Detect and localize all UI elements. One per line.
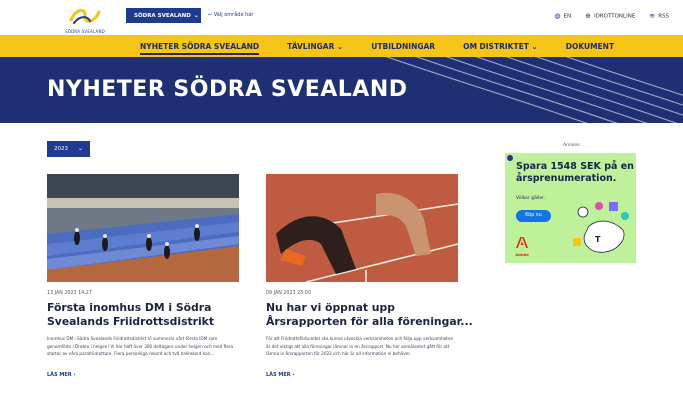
news-image-sprint-start[interactable] <box>266 174 458 282</box>
globe-icon: ◍ <box>554 12 561 20</box>
nav-item-om-distriktet[interactable]: OM DISTRIKTET ⌄ <box>463 42 538 51</box>
read-more-link[interactable]: LÄS MER › <box>266 372 458 378</box>
nav-item-tavlingar[interactable]: TÄVLINGAR ⌄ <box>287 42 343 51</box>
indoor-track-photo <box>47 174 239 282</box>
adobe-icon <box>516 237 528 248</box>
read-more-link[interactable]: LÄS MER › <box>47 372 239 378</box>
login-icon: ⊕ <box>585 12 591 20</box>
ad-terms: Villkor gäller. <box>516 196 545 201</box>
ad-headline: Spara 1548 SEK på en årsprenumeration. <box>516 161 634 184</box>
svg-text:T: T <box>595 235 601 244</box>
news-title-line: Nu har vi öppnat upp <box>266 301 395 314</box>
news-date: 09 JAN 2023 23:00 <box>266 291 311 296</box>
chevron-down-icon: ⌄ <box>77 145 83 152</box>
year-value: 2023 <box>54 146 68 152</box>
region-select-button[interactable]: SÖDRA SVEALAND ⌄ <box>126 8 201 23</box>
top-bar: SÖDRA SVEALAND SÖDRA SVEALAND ⌄ ← Välj om… <box>0 0 683 35</box>
news-date: 13 JAN 2023 14:27 <box>47 291 92 296</box>
ad-label: Annons <box>563 143 580 148</box>
rss-label: RSS <box>658 13 669 20</box>
news-excerpt: Inomhus DM i Södra Svealands Friidrottsd… <box>47 336 234 356</box>
logo-text: SÖDRA SVEALAND <box>65 29 105 34</box>
language-label: EN <box>563 13 572 20</box>
adobe-wordmark: Adobe <box>515 252 529 257</box>
login-link[interactable]: ⊕ IDROTTONLINE <box>585 12 635 20</box>
news-excerpt: För att Friidrottsförbundet ska kunna ut… <box>266 336 454 356</box>
ad-info-icon[interactable] <box>507 155 513 161</box>
news-title[interactable]: Nu har vi öppnat upp Årsrapporten för al… <box>266 301 473 329</box>
nav-item-dokument[interactable]: DOKUMENT <box>566 42 614 51</box>
logo-mark-icon <box>69 9 101 24</box>
news-image-indoor-track[interactable] <box>47 174 239 282</box>
news-card[interactable]: 13 JAN 2023 14:27 Första inomhus DM i Sö… <box>47 174 239 378</box>
year-select[interactable]: 2023 ⌄ <box>47 141 90 157</box>
sprint-start-photo <box>266 174 458 282</box>
choose-area-hint: ← Välj område här <box>208 12 254 18</box>
adobe-logo: Adobe <box>515 233 529 257</box>
nav-item-utbildningar[interactable]: UTBILDNINGAR <box>371 42 435 51</box>
chevron-down-icon: ⌄ <box>193 12 199 19</box>
rss-icon: ≋ <box>649 12 656 20</box>
news-title-line: Första inomhus DM i Södra <box>47 301 212 314</box>
advertisement[interactable]: Spara 1548 SEK på en årsprenumeration. V… <box>505 153 636 263</box>
ad-cta-button[interactable]: Köp nu <box>516 210 551 222</box>
news-title[interactable]: Första inomhus DM i Södra Svealands Frii… <box>47 301 239 329</box>
login-label: IDROTTONLINE <box>593 13 636 20</box>
region-label: SÖDRA SVEALAND <box>134 13 191 19</box>
news-title-line: Årsrapporten för alla föreningar... <box>266 315 473 328</box>
page-title: NYHETER SÖDRA SVEALAND <box>47 77 408 102</box>
hero-banner: NYHETER SÖDRA SVEALAND <box>0 57 683 123</box>
ad-illustration-icon: T <box>573 202 629 253</box>
decorative-lines-icon <box>385 57 683 123</box>
utility-links: ◍ EN ⊕ IDROTTONLINE ≋ RSS <box>554 12 669 20</box>
rss-link[interactable]: ≋ RSS <box>649 12 669 20</box>
main-nav: NYHETER SÖDRA SVEALAND TÄVLINGAR ⌄ UTBIL… <box>0 35 683 57</box>
language-link[interactable]: ◍ EN <box>554 12 571 20</box>
news-card[interactable]: 09 JAN 2023 23:00 Nu har vi öppnat upp Å… <box>266 174 473 378</box>
nav-item-nyheter[interactable]: NYHETER SÖDRA SVEALAND <box>140 42 260 55</box>
news-title-line: Svealands Friidrottsdistrikt <box>47 315 215 328</box>
